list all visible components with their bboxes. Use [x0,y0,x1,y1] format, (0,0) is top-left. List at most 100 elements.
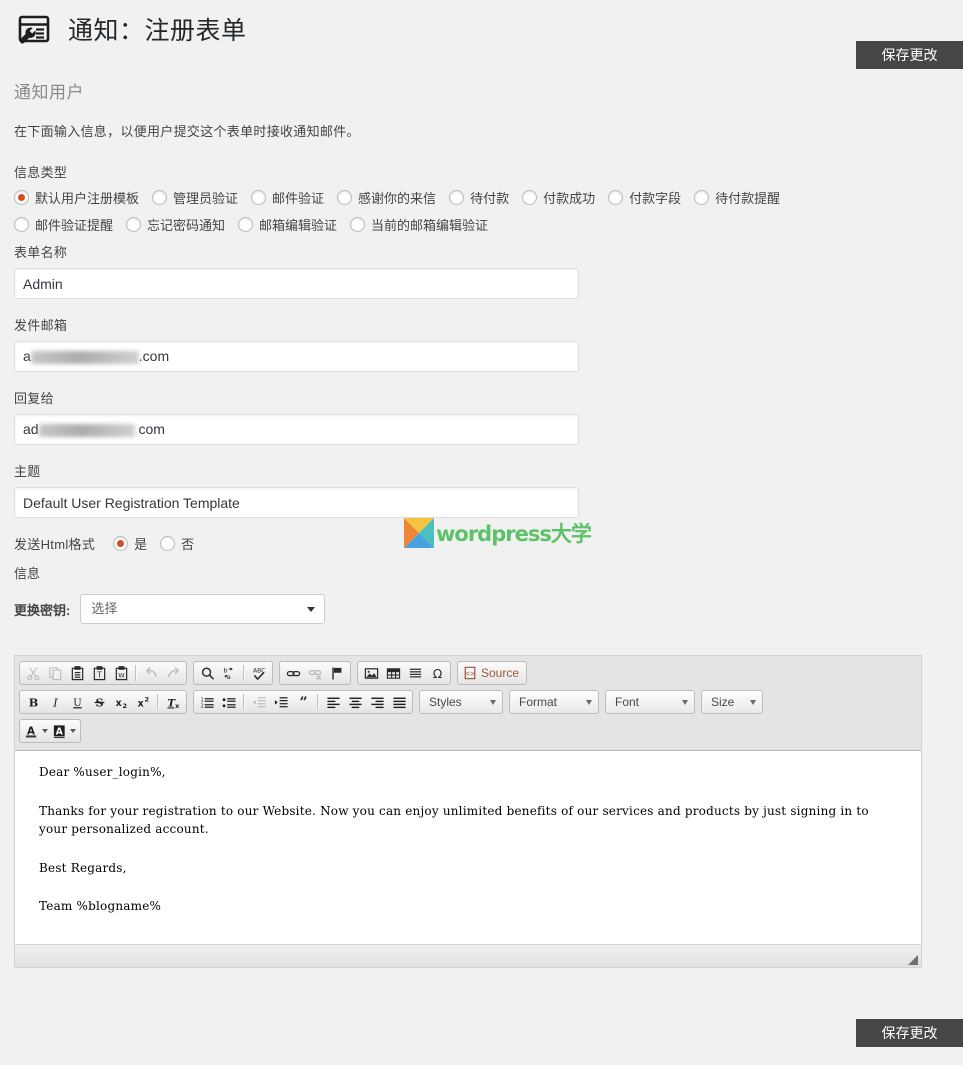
radio-label: 当前的邮箱编辑验证 [371,218,489,233]
radio-option-email-edit-verify[interactable]: 邮箱编辑验证 [238,215,337,234]
horizontal-rule-icon[interactable] [404,663,426,683]
font-combo-label: Font [615,695,640,709]
paste-text-icon[interactable]: T [88,663,110,683]
bold-icon[interactable]: B [22,692,44,712]
radio-indicator[interactable] [350,217,366,232]
chevron-down-icon [70,729,76,733]
from-email-input[interactable]: a .com [14,341,579,372]
paste-icon[interactable] [66,663,88,683]
radio-option-default-template[interactable]: 默认用户注册模板 [14,188,139,207]
font-combo[interactable]: Font [605,690,695,714]
message-type-radio-row-2: 邮件验证提醒 忘记密码通知 邮箱编辑验证 当前的邮箱编辑验证 [14,215,963,234]
radio-indicator[interactable] [160,536,176,551]
search-icon[interactable] [196,663,218,683]
replace-icon[interactable]: b a [218,663,240,683]
radio-option-payment-success[interactable]: 付款成功 [522,188,595,207]
numbered-list-icon[interactable]: 1 2 [196,692,218,712]
page-header: 通知：注册表单 [0,0,963,52]
editor-paragraph: Best Regards, [39,860,127,875]
copy-icon[interactable] [44,663,66,683]
radio-label: 否 [181,537,195,552]
svg-text:x: x [175,702,180,710]
svg-text:<>: <> [465,670,476,678]
radio-option-admin-verify[interactable]: 管理员验证 [152,188,238,207]
editor-content-area[interactable]: Dear %user_login%, Thanks for your regis… [15,751,921,944]
editor-toolbar-row-2: B I U S x2 x2 Tx 1 2 ” Styles Format Fon… [19,690,917,716]
subscript-icon[interactable]: x2 [110,692,132,712]
radio-indicator[interactable] [113,536,129,551]
radio-option-forgot-password[interactable]: 忘记密码通知 [126,215,225,234]
radio-option-current-email-edit-verify[interactable]: 当前的邮箱编辑验证 [350,215,488,234]
radio-indicator[interactable] [608,190,624,205]
anchor-flag-icon[interactable] [326,663,348,683]
link-group [279,661,351,685]
replace-key-select[interactable]: 选择 [80,594,326,624]
rich-text-editor: T W b a ABC Ω <> Source B I U S x 2 x 2 … [14,655,922,968]
indent-icon[interactable] [270,692,292,712]
format-combo[interactable]: Format [509,690,599,714]
reply-to-suffix: com [134,421,165,437]
special-char-icon[interactable]: Ω [426,663,448,683]
html-format-no[interactable]: 否 [160,534,194,553]
bulleted-list-icon[interactable] [218,692,240,712]
radio-indicator[interactable] [14,190,29,205]
styles-combo[interactable]: Styles [419,690,503,714]
editor-footer [15,944,921,967]
image-icon[interactable] [360,663,382,683]
align-left-icon[interactable] [322,692,344,712]
blockquote-icon[interactable]: ” [292,692,314,712]
radio-indicator[interactable] [152,190,168,205]
table-icon[interactable] [382,663,404,683]
align-right-icon[interactable] [366,692,388,712]
size-combo[interactable]: Size [701,690,763,714]
notification-form: 信息类型 默认用户注册模板 管理员验证 邮件验证 感谢你的来信 待付款 付款成功 [14,162,963,624]
spellcheck-icon[interactable]: ABC [248,663,270,683]
strike-icon[interactable]: S [88,692,110,712]
radio-indicator[interactable] [238,217,254,232]
radio-option-email-verify-reminder[interactable]: 邮件验证提醒 [14,215,113,234]
radio-indicator[interactable] [251,190,267,205]
radio-option-pending-payment[interactable]: 待付款 [449,188,509,207]
radio-option-email-verify[interactable]: 邮件验证 [251,188,324,207]
radio-label: 待付款 [470,191,510,206]
resize-handle-icon[interactable] [905,952,919,966]
align-justify-icon[interactable] [388,692,410,712]
radio-option-payment-reminder[interactable]: 待付款提醒 [694,188,780,207]
svg-text:x: x [137,698,143,709]
radio-indicator[interactable] [449,190,465,205]
radio-indicator[interactable] [14,217,29,232]
redo-icon[interactable] [162,663,184,683]
radio-indicator[interactable] [126,217,142,232]
remove-format-icon[interactable]: Tx [162,692,184,712]
radio-indicator[interactable] [337,190,353,205]
source-button[interactable]: <> Source [460,663,524,683]
save-changes-button-top[interactable]: 保存更改 [856,41,963,69]
link-icon[interactable] [282,663,304,683]
replace-key-label: 更换密钥: [14,602,71,618]
paste-word-icon[interactable]: W [110,663,132,683]
svg-text:a: a [226,673,230,681]
background-color-icon[interactable]: A [50,721,78,741]
reply-to-input[interactable]: ad com [14,414,579,445]
undo-icon[interactable] [140,663,162,683]
radio-option-thanks-letter[interactable]: 感谢你的来信 [337,188,436,207]
outdent-icon[interactable] [248,692,270,712]
italic-icon[interactable]: I [44,692,66,712]
cut-icon[interactable] [22,663,44,683]
radio-label: 忘记密码通知 [147,218,226,233]
unlink-icon[interactable] [304,663,326,683]
superscript-icon[interactable]: x2 [132,692,154,712]
subject-input[interactable] [14,487,579,518]
radio-indicator[interactable] [522,190,538,205]
underline-icon[interactable]: U [66,692,88,712]
text-color-icon[interactable]: A [22,721,50,741]
radio-label: 待付款提醒 [715,191,781,206]
radio-option-payment-field[interactable]: 付款字段 [608,188,681,207]
align-center-icon[interactable] [344,692,366,712]
save-changes-button-bottom[interactable]: 保存更改 [856,1019,963,1047]
svg-text:x: x [115,697,121,708]
radio-indicator[interactable] [694,190,710,205]
form-name-input[interactable] [14,268,579,299]
svg-text:2: 2 [122,702,127,710]
html-format-yes[interactable]: 是 [113,534,147,553]
